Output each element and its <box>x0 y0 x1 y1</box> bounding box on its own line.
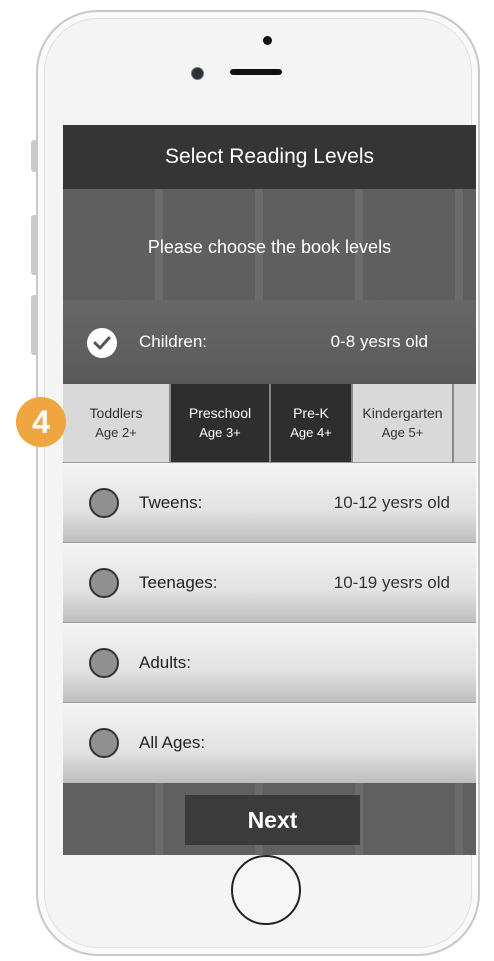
tab-pre-k[interactable]: Pre-K Age 4+ <box>269 384 351 462</box>
level-teenages[interactable]: Teenages: 10-19 yesrs old <box>63 542 476 622</box>
next-button[interactable]: Next <box>185 795 360 845</box>
tab-age: Age 2+ <box>95 425 137 440</box>
radio-icon <box>89 487 119 518</box>
app-screen: Select Reading Levels Please choose the … <box>63 125 476 855</box>
level-tweens[interactable]: Tweens: 10-12 yesrs old <box>63 462 476 542</box>
speaker-grille <box>230 69 282 75</box>
level-children[interactable]: Children: 0-8 yesrs old <box>63 300 476 384</box>
sensor-dot <box>263 36 272 45</box>
home-button[interactable] <box>231 855 301 925</box>
book-banner: Please choose the book levels <box>63 189 476 300</box>
tab-toddlers[interactable]: Toddlers Age 2+ <box>63 384 169 462</box>
banner-prompt: Please choose the book levels <box>147 237 392 257</box>
tab-age: Age 4+ <box>290 425 332 440</box>
tab-preschool[interactable]: Preschool Age 3+ <box>169 384 269 462</box>
level-label: All Ages: <box>139 733 206 752</box>
tab-name: Kindergarten <box>362 405 443 421</box>
radio-icon <box>89 647 119 678</box>
level-age: 10-19 yesrs old <box>333 572 450 592</box>
level-age: 0-8 yesrs old <box>330 332 428 351</box>
children-sublevel-tabs: Toddlers Age 2+ Preschool Age 3+ Pre-K A… <box>63 384 476 462</box>
tab-name: Preschool <box>188 405 252 421</box>
tab-name: Toddlers <box>89 405 143 421</box>
level-adults[interactable]: Adults: <box>63 622 476 702</box>
level-label: Children: <box>139 332 208 351</box>
level-label: Adults: <box>139 652 191 672</box>
radio-icon <box>89 567 119 598</box>
tab-age: Age 5+ <box>381 425 424 440</box>
tab-age: Age 3+ <box>199 425 241 440</box>
level-all-ages[interactable]: All Ages: <box>63 702 476 783</box>
check-icon <box>87 328 117 358</box>
radio-icon <box>89 728 119 758</box>
level-age: 10-12 yesrs old <box>333 492 450 512</box>
camera-icon <box>191 67 204 80</box>
level-label: Teenages: <box>139 572 218 592</box>
tab-kindergarten[interactable]: Kindergarten Age 5+ <box>351 384 454 462</box>
level-label: Tweens: <box>139 492 203 512</box>
step-badge: 4 <box>16 397 66 447</box>
page-title: Select Reading Levels <box>63 125 476 189</box>
tab-name: Pre-K <box>293 405 329 421</box>
